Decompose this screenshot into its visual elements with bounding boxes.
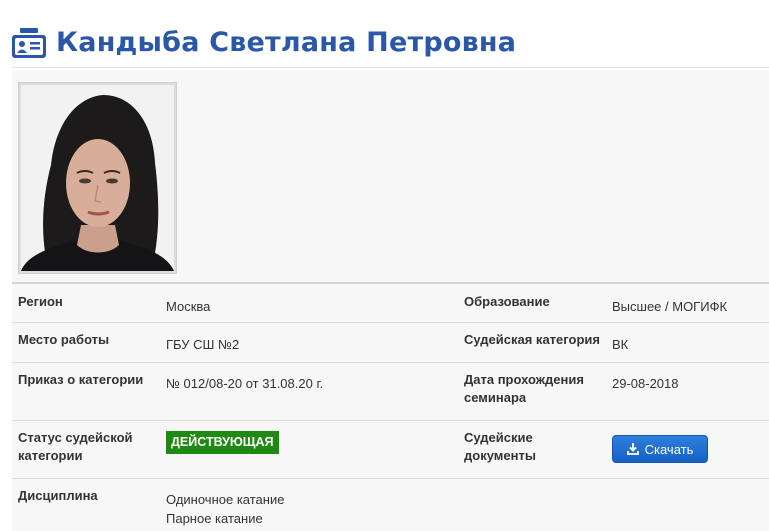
- education-label: Образование: [464, 294, 550, 309]
- category-value: ВК: [612, 337, 629, 352]
- judge-profile-panel: Регион Москва Образование Высшее / МОГИФ…: [12, 70, 769, 531]
- details-row-discipline: Дисциплина Одиночное катание Парное ката…: [12, 478, 769, 531]
- order-value: № 012/08-20 от 31.08.20 г.: [166, 376, 324, 391]
- discipline-list: Одиночное катание Парное катание: [166, 490, 446, 528]
- download-icon: [626, 443, 639, 455]
- documents-label: Судейские документы: [464, 430, 536, 463]
- details-row-workplace: Место работы ГБУ СШ №2 Судейская категор…: [12, 322, 769, 362]
- category-label: Судейская категория: [464, 332, 600, 347]
- page-title: Кандыба Светлана Петровна: [56, 27, 517, 58]
- workplace-label: Место работы: [18, 332, 110, 347]
- discipline-label: Дисциплина: [18, 488, 98, 503]
- workplace-value: ГБУ СШ №2: [166, 337, 240, 352]
- judge-photo: [18, 82, 177, 274]
- judge-id-card-icon: [12, 27, 46, 58]
- order-label: Приказ о категории: [18, 372, 144, 387]
- seminar-value: 29-08-2018: [612, 376, 679, 391]
- details-row-status: Статус судейской категории ДЕЙСТВУЮЩАЯ С…: [12, 420, 769, 478]
- status-badge: ДЕЙСТВУЮЩАЯ: [166, 431, 279, 454]
- judge-details-table: Регион Москва Образование Высшее / МОГИФ…: [12, 282, 769, 531]
- details-row-order: Приказ о категории № 012/08-20 от 31.08.…: [12, 362, 769, 420]
- seminar-label: Дата прохождения семинара: [464, 372, 584, 405]
- region-value: Москва: [166, 299, 211, 314]
- discipline-item: Парное катание: [166, 511, 263, 526]
- page-header: Кандыба Светлана Петровна: [12, 18, 769, 68]
- discipline-item: Одиночное катание: [166, 492, 285, 507]
- download-documents-button[interactable]: Скачать: [612, 435, 708, 463]
- education-value: Высшее / МОГИФК: [612, 299, 728, 314]
- region-label: Регион: [18, 294, 63, 309]
- status-label: Статус судейской категории: [18, 430, 133, 463]
- download-button-label: Скачать: [644, 441, 694, 457]
- details-row-region: Регион Москва Образование Высшее / МОГИФ…: [12, 282, 769, 322]
